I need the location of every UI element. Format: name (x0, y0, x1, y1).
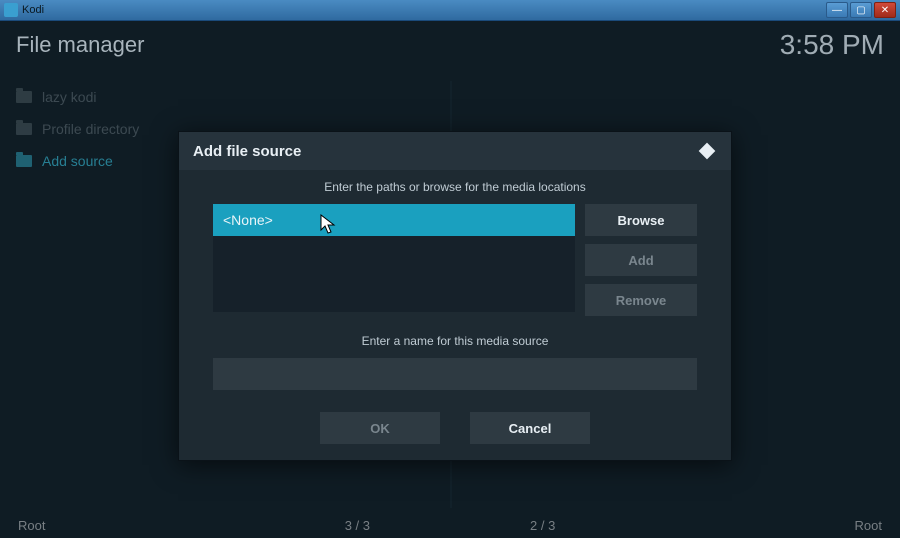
paths-area: <None> Browse Add Remove (213, 204, 697, 316)
right-root-label: Root (855, 518, 882, 533)
header: File manager 3:58 PM (0, 21, 900, 69)
sidebar-item-label: Profile directory (42, 121, 139, 137)
source-name-input[interactable] (213, 358, 697, 390)
path-row-selected[interactable]: <None> (213, 204, 575, 236)
app-icon (4, 3, 18, 17)
minimize-button[interactable]: — (826, 2, 848, 18)
close-button[interactable]: ✕ (874, 2, 896, 18)
window-title: Kodi (22, 4, 826, 16)
paths-list[interactable]: <None> (213, 204, 575, 312)
sidebar-item-label: lazy kodi (42, 89, 96, 105)
sidebar-item-profile-dir[interactable]: Profile directory (16, 113, 176, 145)
page-title: File manager (16, 32, 144, 58)
window-controls: — ▢ ✕ (826, 2, 896, 18)
dialog-header: Add file source (179, 132, 731, 170)
folder-icon (16, 123, 32, 135)
ok-button[interactable]: OK (320, 412, 440, 444)
left-file-list: lazy kodi Profile directory Add source (16, 81, 176, 177)
dialog-footer: OK Cancel (213, 412, 697, 444)
kodi-logo-icon (697, 141, 717, 161)
dialog-title: Add file source (193, 143, 301, 160)
folder-icon (16, 155, 32, 167)
status-bar: Root 3 / 3 2 / 3 Root (0, 512, 900, 538)
left-count: 3 / 3 (345, 518, 370, 533)
add-button[interactable]: Add (585, 244, 697, 276)
sidebar-item-lazy-kodi[interactable]: lazy kodi (16, 81, 176, 113)
paths-prompt: Enter the paths or browse for the media … (213, 180, 697, 194)
app-body: File manager 3:58 PM lazy kodi Profile d… (0, 21, 900, 538)
path-action-buttons: Browse Add Remove (585, 204, 697, 316)
left-root-label: Root (18, 518, 45, 533)
browse-button[interactable]: Browse (585, 204, 697, 236)
right-count: 2 / 3 (530, 518, 555, 533)
remove-button[interactable]: Remove (585, 284, 697, 316)
sidebar-item-label: Add source (42, 153, 113, 169)
clock: 3:58 PM (780, 29, 884, 61)
cancel-button[interactable]: Cancel (470, 412, 590, 444)
folder-icon (16, 91, 32, 103)
mouse-cursor-icon (320, 214, 338, 236)
maximize-button[interactable]: ▢ (850, 2, 872, 18)
dialog-body: Enter the paths or browse for the media … (179, 170, 731, 460)
item-counts: 3 / 3 2 / 3 (345, 518, 556, 533)
sidebar-item-add-source[interactable]: Add source (16, 145, 176, 177)
name-prompt: Enter a name for this media source (213, 334, 697, 348)
path-value: <None> (223, 212, 273, 228)
window-titlebar: Kodi — ▢ ✕ (0, 0, 900, 21)
add-file-source-dialog: Add file source Enter the paths or brows… (178, 131, 732, 461)
